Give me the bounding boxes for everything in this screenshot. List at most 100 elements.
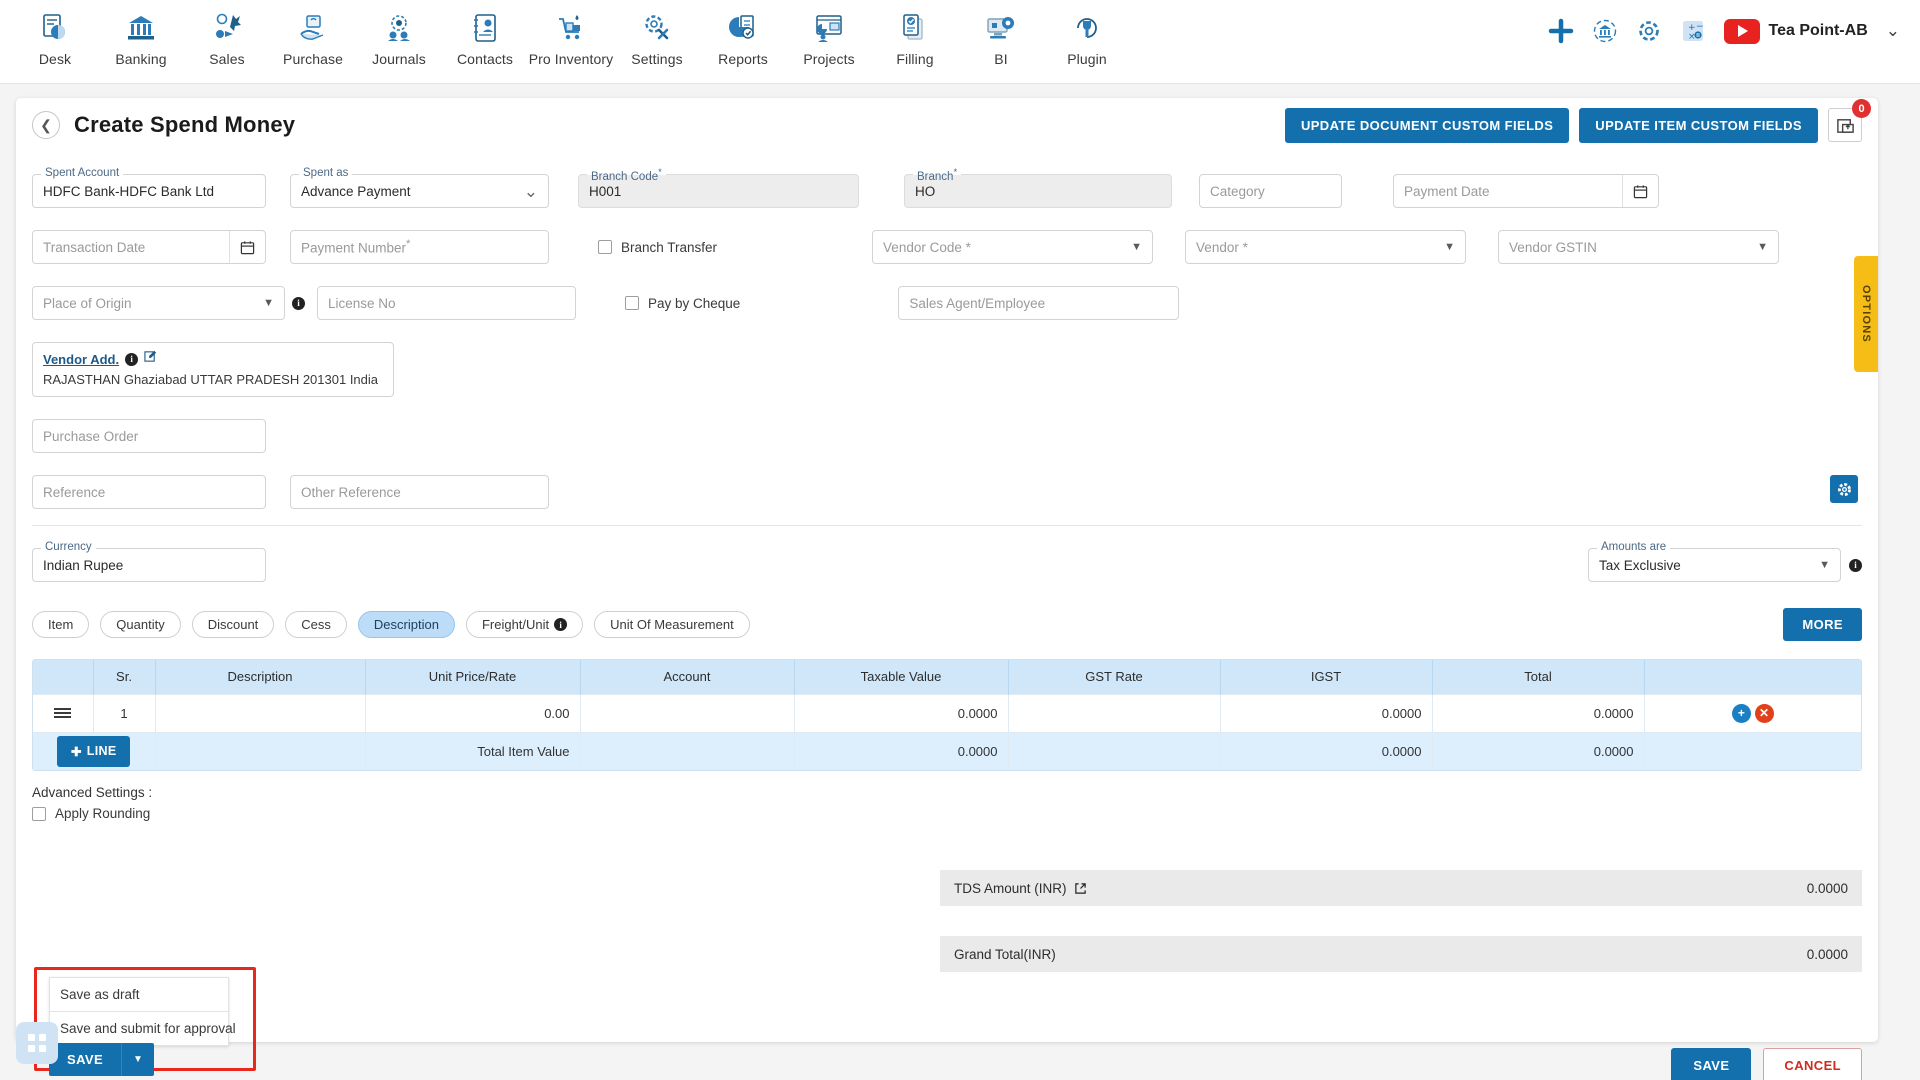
chip-unit-of-measurement[interactable]: Unit Of Measurement (594, 611, 750, 638)
save-button-bottom[interactable]: SAVE (1671, 1048, 1752, 1080)
line-settings-gear-icon[interactable] (1830, 475, 1858, 503)
line-items-table: Sr. Description Unit Price/Rate Account … (32, 659, 1862, 771)
apps-grid-icon[interactable] (16, 1022, 58, 1064)
chip-cess[interactable]: Cess (285, 611, 347, 638)
info-icon[interactable]: i (292, 296, 305, 310)
category-field[interactable]: Category (1199, 174, 1342, 208)
nav-item-settings[interactable]: Settings (614, 6, 700, 67)
nav-item-pro-inventory[interactable]: Pro Inventory (528, 6, 614, 67)
branch-transfer-checkbox-row[interactable]: Branch Transfer (598, 240, 717, 255)
more-button[interactable]: MORE (1783, 608, 1862, 641)
vendor-address-link[interactable]: Vendor Add. (43, 352, 119, 367)
nav-item-purchase[interactable]: Purchase (270, 6, 356, 67)
row-account[interactable] (580, 693, 795, 732)
payment-date-placeholder: Payment Date (1404, 183, 1490, 199)
footer-igst: 0.0000 (1220, 731, 1433, 770)
calculator-icon[interactable]: + − × (1680, 18, 1706, 44)
menu-item-save-and-submit-for-approval[interactable]: Save and submit for approval (50, 1011, 236, 1045)
reference-field[interactable]: Reference (32, 475, 266, 509)
vendor-address-header: Vendor Add. i (43, 350, 383, 368)
page-title: Create Spend Money (74, 112, 296, 137)
row-drag-handle-cell[interactable] (33, 693, 94, 732)
nav-item-desk[interactable]: Desk (12, 6, 98, 67)
info-icon[interactable]: i (554, 618, 568, 631)
add-line-button[interactable]: ✚ LINE (57, 735, 131, 767)
add-line-cell: ✚ LINE (33, 731, 156, 770)
menu-item-save-as-draft[interactable]: Save as draft (50, 978, 228, 1011)
update-document-custom-fields-button[interactable]: UPDATE DOCUMENT CUSTOM FIELDS (1284, 107, 1570, 143)
currency-field[interactable]: Currency Indian Rupee (32, 541, 266, 582)
chip-description[interactable]: Description (357, 611, 455, 638)
license-no-field[interactable]: License No (317, 286, 576, 320)
sales-agent-field[interactable]: Sales Agent/Employee (898, 286, 1180, 320)
calendar-icon[interactable] (1622, 175, 1648, 207)
vendor-gstin-select[interactable]: Vendor GSTIN ▼ (1498, 230, 1780, 264)
transaction-date-field[interactable]: Transaction Date (32, 230, 266, 264)
gear-icon[interactable] (1636, 18, 1662, 44)
drag-handle-icon[interactable] (43, 708, 83, 718)
external-link-icon[interactable] (1074, 882, 1087, 895)
edit-icon[interactable] (144, 350, 157, 368)
vendor-code-select[interactable]: Vendor Code * ▼ (872, 230, 1154, 264)
nav-item-bi[interactable]: BI (958, 6, 1044, 67)
payment-number-field[interactable]: Payment Number* (290, 230, 549, 264)
spent-account-field[interactable]: Spent Account HDFC Bank-HDFC Bank Ltd (32, 167, 266, 208)
row-gst-rate[interactable] (1008, 693, 1221, 732)
caret-down-icon[interactable]: ▼ (263, 297, 274, 309)
apply-rounding-row[interactable]: Apply Rounding (32, 806, 150, 821)
plus-icon[interactable] (1548, 18, 1574, 44)
spent-account-value: HDFC Bank-HDFC Bank Ltd (43, 183, 215, 199)
info-icon[interactable]: i (1849, 558, 1862, 572)
nav-item-projects[interactable]: Projects (786, 6, 872, 67)
caret-down-icon[interactable]: ▼ (1131, 241, 1142, 253)
nav-item-reports[interactable]: Reports (700, 6, 786, 67)
nav-item-contacts[interactable]: Contacts (442, 6, 528, 67)
payment-date-field[interactable]: Payment Date (1393, 174, 1659, 208)
chevron-down-icon[interactable]: ⌄ (1886, 21, 1900, 41)
branch-transfer-checkbox[interactable] (598, 240, 612, 254)
table-row[interactable]: 1 0.00 0.0000 0.0000 0.0000 + ✕ (33, 693, 1861, 732)
youtube-icon[interactable] (1724, 18, 1761, 44)
caret-down-icon[interactable]: ▼ (1819, 559, 1830, 571)
plus-circle-icon: ✚ (71, 744, 82, 759)
chip-freight-per-unit[interactable]: Freight/Unit i (465, 611, 584, 638)
chip-item[interactable]: Item (32, 611, 90, 638)
other-reference-field[interactable]: Other Reference (290, 475, 549, 509)
apply-rounding-checkbox[interactable] (32, 806, 46, 821)
chip-quantity[interactable]: Quantity (100, 611, 181, 638)
chevron-left-icon[interactable]: ❮ (32, 111, 60, 139)
caret-down-icon[interactable]: ▼ (1757, 241, 1768, 253)
caret-down-icon[interactable]: ▼ (1444, 241, 1455, 253)
amounts-are-select[interactable]: Amounts are Tax Exclusive ▼ (1588, 541, 1841, 582)
nav-label: Desk (38, 51, 72, 67)
vendor-select[interactable]: Vendor * ▼ (1185, 230, 1467, 264)
chevron-down-icon[interactable]: ⌄ (524, 183, 538, 200)
row-unit-price[interactable]: 0.00 (365, 693, 581, 732)
delete-row-icon[interactable]: ✕ (1754, 703, 1774, 723)
contacts-icon (465, 8, 505, 48)
save-button[interactable]: SAVE (49, 1043, 122, 1076)
nav-label: Sales (209, 51, 245, 67)
bank-refresh-icon[interactable] (1592, 18, 1618, 44)
info-icon[interactable]: i (125, 352, 139, 366)
nav-label: Plugin (1067, 51, 1107, 67)
nav-item-filling[interactable]: Filling (872, 6, 958, 67)
transaction-date-placeholder: Transaction Date (43, 239, 146, 255)
caret-down-icon[interactable]: ▼ (121, 1043, 154, 1076)
nav-item-banking[interactable]: Banking (98, 6, 184, 67)
place-of-origin-select[interactable]: Place of Origin ▼ (32, 286, 285, 320)
nav-item-sales[interactable]: Sales (184, 6, 270, 67)
vendor-address-box[interactable]: Vendor Add. i RAJASTHAN Ghaziabad UTTAR … (32, 342, 394, 397)
purchase-order-field[interactable]: Purchase Order (32, 419, 266, 453)
nav-item-journals[interactable]: Journals (356, 6, 442, 67)
nav-item-plugin[interactable]: Plugin (1044, 6, 1130, 67)
calendar-icon[interactable] (229, 231, 255, 263)
chip-discount[interactable]: Discount (191, 611, 275, 638)
cancel-button[interactable]: CANCEL (1763, 1048, 1862, 1080)
row-description[interactable] (155, 693, 366, 732)
add-row-icon[interactable]: + (1731, 703, 1751, 723)
spent-as-select[interactable]: Spent as Advance Payment ⌄ (290, 167, 549, 208)
pay-by-cheque-checkbox-row[interactable]: Pay by Cheque (625, 296, 740, 311)
update-item-custom-fields-button[interactable]: UPDATE ITEM CUSTOM FIELDS (1579, 107, 1818, 143)
pay-by-cheque-checkbox[interactable] (625, 296, 639, 310)
